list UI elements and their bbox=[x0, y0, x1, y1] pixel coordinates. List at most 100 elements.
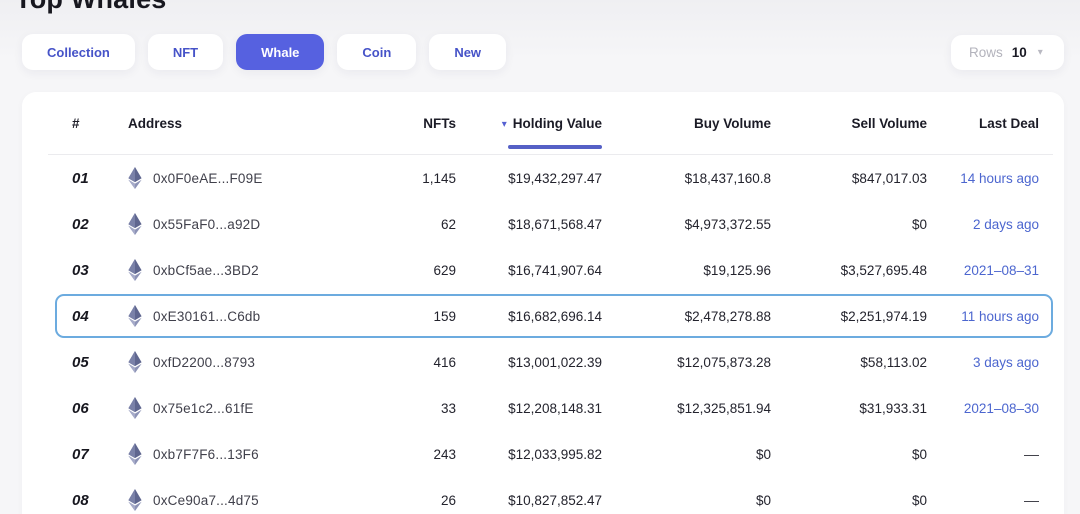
sell-volume-cell: $3,527,695.48 bbox=[771, 263, 927, 278]
nfts-cell: 416 bbox=[356, 355, 456, 370]
rank-cell: 07 bbox=[72, 446, 128, 463]
table-row[interactable]: 03 0xbCf5ae...3BD2 629 $16,741,907.64 $1… bbox=[22, 247, 1064, 293]
table-row[interactable]: 05 0xfD2200...8793 416 $13,001,022.39 $1… bbox=[22, 339, 1064, 385]
address-text: 0xbCf5ae...3BD2 bbox=[153, 263, 259, 278]
table-body: 01 0x0F0eAE...F09E 1,145 $19,432,297.47 … bbox=[22, 155, 1064, 514]
col-header-holding-value[interactable]: ▾ Holding Value bbox=[456, 92, 602, 154]
holding-value-cell: $18,671,568.47 bbox=[456, 217, 602, 232]
rows-per-page-select[interactable]: Rows 10 ▾ bbox=[951, 35, 1064, 70]
ethereum-icon bbox=[128, 259, 142, 281]
col-header-sell-volume[interactable]: Sell Volume bbox=[771, 116, 927, 131]
rank-cell: 03 bbox=[72, 262, 128, 279]
address-text: 0xCe90a7...4d75 bbox=[153, 493, 259, 508]
last-deal-cell: –– bbox=[927, 447, 1039, 462]
holding-value-cell: $12,208,148.31 bbox=[456, 401, 602, 416]
ethereum-icon bbox=[128, 489, 142, 511]
address-cell[interactable]: 0xb7F7F6...13F6 bbox=[128, 443, 356, 465]
filter-tab-new[interactable]: New bbox=[429, 34, 506, 70]
ethereum-icon bbox=[128, 213, 142, 235]
address-text: 0xb7F7F6...13F6 bbox=[153, 447, 259, 462]
address-text: 0xE30161...C6db bbox=[153, 309, 260, 324]
filter-tab-nft[interactable]: NFT bbox=[148, 34, 223, 70]
table-row[interactable]: 04 0xE30161...C6db 159 $16,682,696.14 $2… bbox=[22, 293, 1064, 339]
col-header-rank: # bbox=[72, 116, 128, 131]
buy-volume-cell: $2,478,278.88 bbox=[602, 309, 771, 324]
address-text: 0x0F0eAE...F09E bbox=[153, 171, 263, 186]
col-header-buy-volume[interactable]: Buy Volume bbox=[602, 116, 771, 131]
ethereum-icon bbox=[128, 305, 142, 327]
col-header-nfts[interactable]: NFTs bbox=[356, 116, 456, 131]
table-row[interactable]: 01 0x0F0eAE...F09E 1,145 $19,432,297.47 … bbox=[22, 155, 1064, 201]
chevron-down-icon: ▾ bbox=[1038, 47, 1043, 58]
page-title: Top Whales bbox=[15, 0, 167, 15]
rows-value: 10 bbox=[1012, 45, 1027, 60]
sort-caret-down-icon: ▾ bbox=[502, 119, 507, 130]
nfts-cell: 629 bbox=[356, 263, 456, 278]
buy-volume-cell: $0 bbox=[602, 493, 771, 508]
nfts-cell: 33 bbox=[356, 401, 456, 416]
address-text: 0x75e1c2...61fE bbox=[153, 401, 254, 416]
filter-tab-whale[interactable]: Whale bbox=[236, 34, 324, 70]
rank-cell: 06 bbox=[72, 400, 128, 417]
nfts-cell: 1,145 bbox=[356, 171, 456, 186]
nfts-cell: 26 bbox=[356, 493, 456, 508]
table-row[interactable]: 08 0xCe90a7...4d75 26 $10,827,852.47 $0 … bbox=[22, 477, 1064, 514]
holding-value-cell: $12,033,995.82 bbox=[456, 447, 602, 462]
last-deal-cell: 11 hours ago bbox=[927, 309, 1039, 324]
nfts-cell: 159 bbox=[356, 309, 456, 324]
address-cell[interactable]: 0xbCf5ae...3BD2 bbox=[128, 259, 356, 281]
address-cell[interactable]: 0x55FaF0...a92D bbox=[128, 213, 356, 235]
sell-volume-cell: $0 bbox=[771, 493, 927, 508]
col-header-last-deal[interactable]: Last Deal bbox=[927, 116, 1039, 131]
sell-volume-cell: $2,251,974.19 bbox=[771, 309, 927, 324]
ethereum-icon bbox=[128, 351, 142, 373]
holding-value-cell: $16,682,696.14 bbox=[456, 309, 602, 324]
holding-value-cell: $16,741,907.64 bbox=[456, 263, 602, 278]
last-deal-cell: 2021–08–31 bbox=[927, 263, 1039, 278]
rank-cell: 05 bbox=[72, 354, 128, 371]
sell-volume-cell: $0 bbox=[771, 447, 927, 462]
buy-volume-cell: $19,125.96 bbox=[602, 263, 771, 278]
buy-volume-cell: $4,973,372.55 bbox=[602, 217, 771, 232]
address-cell[interactable]: 0xE30161...C6db bbox=[128, 305, 356, 327]
last-deal-cell: 2 days ago bbox=[927, 217, 1039, 232]
rows-label: Rows bbox=[969, 45, 1003, 60]
nfts-cell: 243 bbox=[356, 447, 456, 462]
sell-volume-cell: $847,017.03 bbox=[771, 171, 927, 186]
holding-value-cell: $13,001,022.39 bbox=[456, 355, 602, 370]
buy-volume-cell: $0 bbox=[602, 447, 771, 462]
col-header-holding-value-label: Holding Value bbox=[513, 116, 602, 131]
address-cell[interactable]: 0x75e1c2...61fE bbox=[128, 397, 356, 419]
rank-cell: 01 bbox=[72, 170, 128, 187]
address-text: 0xfD2200...8793 bbox=[153, 355, 255, 370]
sell-volume-cell: $58,113.02 bbox=[771, 355, 927, 370]
ethereum-icon bbox=[128, 443, 142, 465]
col-header-address: Address bbox=[128, 116, 356, 131]
address-cell[interactable]: 0x0F0eAE...F09E bbox=[128, 167, 356, 189]
last-deal-cell: 3 days ago bbox=[927, 355, 1039, 370]
table-row[interactable]: 07 0xb7F7F6...13F6 243 $12,033,995.82 $0… bbox=[22, 431, 1064, 477]
sell-volume-cell: $0 bbox=[771, 217, 927, 232]
buy-volume-cell: $12,075,873.28 bbox=[602, 355, 771, 370]
filter-tab-collection[interactable]: Collection bbox=[22, 34, 135, 70]
buy-volume-cell: $12,325,851.94 bbox=[602, 401, 771, 416]
address-cell[interactable]: 0xfD2200...8793 bbox=[128, 351, 356, 373]
table-row[interactable]: 06 0x75e1c2...61fE 33 $12,208,148.31 $12… bbox=[22, 385, 1064, 431]
filter-tabs: Collection NFT Whale Coin New bbox=[22, 34, 506, 70]
buy-volume-cell: $18,437,160.8 bbox=[602, 171, 771, 186]
address-cell[interactable]: 0xCe90a7...4d75 bbox=[128, 489, 356, 511]
ethereum-icon bbox=[128, 397, 142, 419]
whales-table-card: # Address NFTs ▾ Holding Value Buy Volum… bbox=[22, 92, 1064, 514]
rank-cell: 04 bbox=[72, 308, 128, 325]
holding-value-cell: $10,827,852.47 bbox=[456, 493, 602, 508]
holding-value-cell: $19,432,297.47 bbox=[456, 171, 602, 186]
sell-volume-cell: $31,933.31 bbox=[771, 401, 927, 416]
filter-tab-coin[interactable]: Coin bbox=[337, 34, 416, 70]
last-deal-cell: 2021–08–30 bbox=[927, 401, 1039, 416]
address-text: 0x55FaF0...a92D bbox=[153, 217, 260, 232]
last-deal-cell: –– bbox=[927, 493, 1039, 508]
rank-cell: 08 bbox=[72, 492, 128, 509]
table-row[interactable]: 02 0x55FaF0...a92D 62 $18,671,568.47 $4,… bbox=[22, 201, 1064, 247]
toolbar: Collection NFT Whale Coin New Rows 10 ▾ bbox=[22, 34, 1064, 70]
last-deal-cell: 14 hours ago bbox=[927, 171, 1039, 186]
